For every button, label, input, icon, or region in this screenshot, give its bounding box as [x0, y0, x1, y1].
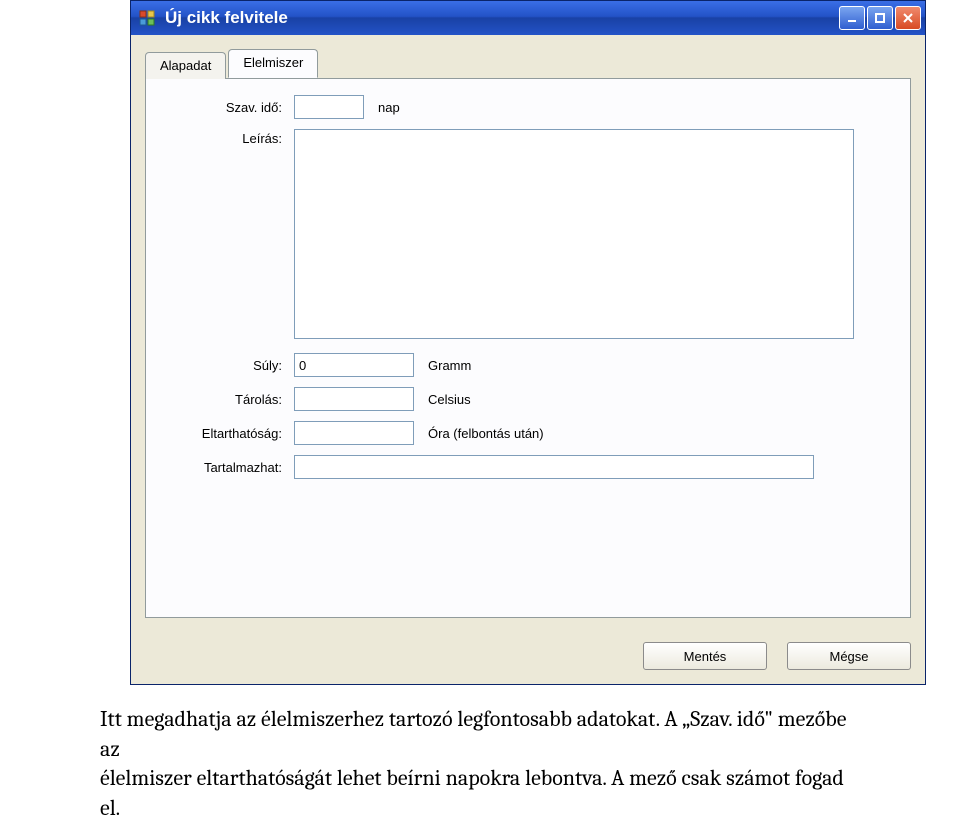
tartalmazhat-label: Tartalmazhat: — [164, 460, 294, 475]
caption-text: Itt megadhatja az élelmiszerhez tartozó … — [100, 705, 860, 824]
minimize-button[interactable] — [839, 6, 865, 30]
dialog-window: Új cikk felvitele Alapadat E — [130, 0, 926, 685]
tarolas-unit: Celsius — [428, 392, 471, 407]
cancel-button[interactable]: Mégse — [787, 642, 911, 670]
szav-ido-input[interactable] — [294, 95, 364, 119]
suly-label: Súly: — [164, 358, 294, 373]
tarolas-input[interactable] — [294, 387, 414, 411]
tab-panel-elelmiszer: Szav. idő: nap Leírás: Súly: Gramm Tárol… — [145, 78, 911, 618]
titlebar[interactable]: Új cikk felvitele — [131, 1, 925, 35]
maximize-button[interactable] — [867, 6, 893, 30]
leiras-label: Leírás: — [164, 129, 294, 146]
window-controls — [839, 6, 921, 30]
eltarthatosag-unit: Óra (felbontás után) — [428, 426, 544, 441]
suly-input[interactable] — [294, 353, 414, 377]
eltarthatosag-label: Eltarthatóság: — [164, 426, 294, 441]
client-area: Alapadat Elelmiszer Szav. idő: nap Leírá… — [131, 35, 925, 632]
eltarthatosag-input[interactable] — [294, 421, 414, 445]
caption-line2: élelmiszer eltarthatóságát lehet beírni … — [100, 765, 844, 821]
tarolas-label: Tárolás: — [164, 392, 294, 407]
tabstrip: Alapadat Elelmiszer — [145, 49, 911, 78]
suly-unit: Gramm — [428, 358, 471, 373]
window-title: Új cikk felvitele — [165, 8, 839, 28]
tab-alapadat[interactable]: Alapadat — [145, 52, 226, 79]
szav-ido-unit: nap — [378, 100, 400, 115]
tartalmazhat-input[interactable] — [294, 455, 814, 479]
szav-ido-label: Szav. idő: — [164, 100, 294, 115]
app-icon — [137, 8, 157, 28]
close-button[interactable] — [895, 6, 921, 30]
save-button[interactable]: Mentés — [643, 642, 767, 670]
caption-line1: Itt megadhatja az élelmiszerhez tartozó … — [100, 706, 846, 762]
tab-elelmiszer[interactable]: Elelmiszer — [228, 49, 318, 78]
button-bar: Mentés Mégse — [131, 632, 925, 684]
leiras-textarea[interactable] — [294, 129, 854, 339]
